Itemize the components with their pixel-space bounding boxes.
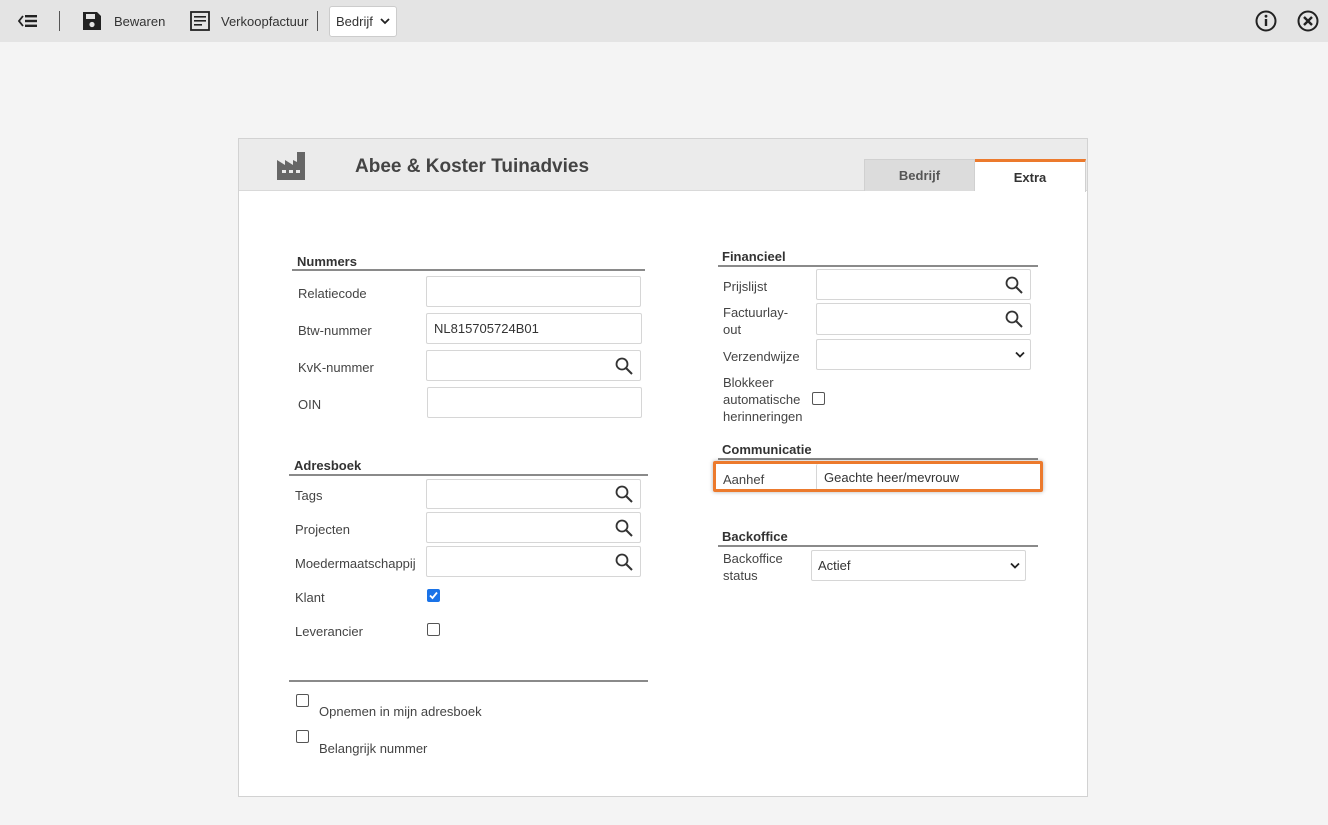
close-circle-icon[interactable] xyxy=(1297,10,1319,32)
search-icon[interactable] xyxy=(615,357,633,375)
moedermaatschappij-label: Moedermaatschappij xyxy=(295,556,416,571)
backoffice-status-value: Actief xyxy=(818,558,851,573)
belangrijk-nummer-checkbox[interactable] xyxy=(296,730,309,743)
leverancier-label: Leverancier xyxy=(295,624,363,639)
backoffice-status-label-line2: status xyxy=(723,568,758,583)
invoice-icon xyxy=(190,11,210,31)
btw-nummer-label: Btw-nummer xyxy=(298,323,372,338)
type-select[interactable]: Bedrijf xyxy=(329,6,397,37)
factuurlayout-label: Factuurlay- out xyxy=(723,304,788,338)
section-divider xyxy=(718,545,1038,547)
section-title-financieel: Financieel xyxy=(722,249,786,264)
section-divider xyxy=(289,680,648,682)
info-icon[interactable] xyxy=(1255,10,1277,32)
projecten-input[interactable] xyxy=(426,512,641,543)
search-icon[interactable] xyxy=(1005,276,1023,294)
save-button[interactable]: Bewaren xyxy=(82,11,165,31)
tags-input[interactable] xyxy=(426,479,641,509)
moedermaatschappij-input[interactable] xyxy=(426,546,641,577)
oin-label: OIN xyxy=(298,397,322,412)
section-title-nummers: Nummers xyxy=(297,254,357,269)
blokkeer-label-line3: herinneringen xyxy=(723,409,803,424)
search-icon[interactable] xyxy=(615,485,633,503)
page-title: Abee & Koster Tuinadvies xyxy=(355,156,590,177)
backoffice-status-label: Backoffice status xyxy=(723,550,783,584)
tab-bedrijf[interactable]: Bedrijf xyxy=(864,159,975,191)
factuurlayout-input[interactable] xyxy=(816,303,1031,335)
belangrijk-nummer-label: Belangrijk nummer xyxy=(319,741,428,756)
blokkeer-label: Blokkeer automatische herinneringen xyxy=(723,374,803,425)
chevron-down-icon xyxy=(1015,351,1025,358)
section-divider xyxy=(289,474,648,476)
section-title-backoffice: Backoffice xyxy=(722,529,788,544)
backoffice-status-label-line1: Backoffice xyxy=(723,551,783,566)
blokkeer-herinneringen-checkbox[interactable] xyxy=(812,392,825,405)
highlight-frame xyxy=(713,461,1043,492)
save-icon xyxy=(83,12,101,30)
section-divider xyxy=(292,269,645,271)
klant-checkbox[interactable] xyxy=(427,589,440,602)
search-icon[interactable] xyxy=(615,519,633,537)
company-card: Abee & Koster Tuinadvies Bedrijf Extra N… xyxy=(238,138,1088,797)
blokkeer-label-line2: automatische xyxy=(723,392,801,407)
relatiecode-input[interactable] xyxy=(426,276,641,307)
opnemen-adresboek-label: Opnemen in mijn adresboek xyxy=(319,704,482,719)
prijslijst-input[interactable] xyxy=(816,269,1031,300)
card-header: Abee & Koster Tuinadvies Bedrijf Extra xyxy=(239,139,1087,192)
backoffice-status-select[interactable]: Actief xyxy=(811,550,1026,581)
section-divider xyxy=(718,458,1038,460)
factuurlayout-label-line1: Factuurlay- xyxy=(723,305,789,320)
kvk-nummer-input[interactable] xyxy=(426,350,641,381)
btw-nummer-input[interactable]: NL815705724B01 xyxy=(426,313,642,344)
verzendwijze-label: Verzendwijze xyxy=(723,349,800,364)
section-divider xyxy=(718,265,1038,267)
factuurlayout-label-line2: out xyxy=(723,322,742,337)
save-label: Bewaren xyxy=(114,13,166,29)
blokkeer-label-line1: Blokkeer xyxy=(723,375,774,390)
tab-extra[interactable]: Extra xyxy=(975,159,1086,192)
toolbar-separator xyxy=(317,11,318,31)
section-title-communicatie: Communicatie xyxy=(722,442,812,457)
oin-input[interactable] xyxy=(427,387,642,418)
toolbar: Bewaren Verkoopfactuur Bedrijf xyxy=(0,0,1328,42)
chevron-down-icon xyxy=(1010,562,1020,569)
type-select-value: Bedrijf xyxy=(336,14,373,29)
search-icon[interactable] xyxy=(1005,310,1023,328)
search-icon[interactable] xyxy=(615,553,633,571)
klant-label: Klant xyxy=(295,590,325,605)
opnemen-adresboek-checkbox[interactable] xyxy=(296,694,309,707)
relatiecode-label: Relatiecode xyxy=(298,286,367,301)
factory-icon xyxy=(277,152,305,185)
tags-label: Tags xyxy=(295,488,323,503)
invoice-button[interactable]: Verkoopfactuur xyxy=(190,11,308,31)
invoice-label: Verkoopfactuur xyxy=(221,13,309,29)
back-list-icon[interactable] xyxy=(18,12,38,30)
leverancier-checkbox[interactable] xyxy=(427,623,440,636)
prijslijst-label: Prijslijst xyxy=(723,279,768,294)
toolbar-separator xyxy=(59,11,60,31)
verzendwijze-select[interactable] xyxy=(816,339,1031,370)
kvk-nummer-label: KvK-nummer xyxy=(298,360,374,375)
chevron-down-icon xyxy=(380,18,390,25)
projecten-label: Projecten xyxy=(295,522,350,537)
section-title-adresboek: Adresboek xyxy=(294,458,362,473)
